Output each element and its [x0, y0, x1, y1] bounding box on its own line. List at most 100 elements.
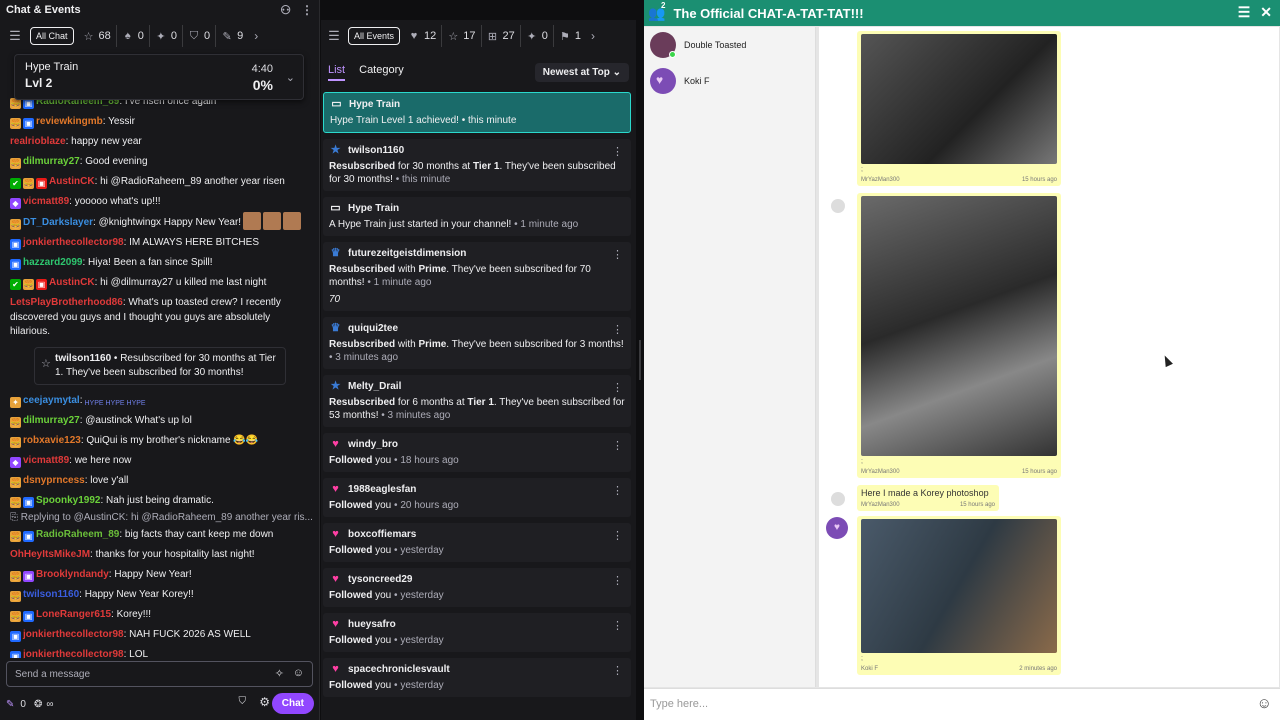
event-user[interactable]: spacechroniclesvault: [348, 663, 450, 676]
roster-user[interactable]: Double Toasted: [644, 27, 815, 63]
more-options-icon[interactable]: ⋮: [612, 324, 623, 337]
event-user[interactable]: windy_bro: [348, 438, 398, 451]
chat-username[interactable]: jonkierthecollector98: [23, 237, 124, 248]
badge-icon[interactable]: ❂: [34, 699, 42, 710]
more-options-icon[interactable]: ⋮: [301, 3, 313, 17]
chat-username[interactable]: DT_Darkslayer: [23, 217, 93, 228]
filter-chip[interactable]: ♠ 0: [115, 25, 149, 47]
hamburger-icon[interactable]: ☰: [4, 28, 26, 44]
tab-category[interactable]: Category: [359, 64, 404, 81]
emoji-icon[interactable]: ☺: [293, 667, 304, 679]
more-options-icon[interactable]: ⋮: [612, 665, 623, 678]
chat-username[interactable]: hazzard2099: [23, 257, 82, 268]
settings-gear-icon[interactable]: ⚙: [259, 695, 270, 709]
chat-username[interactable]: reviewkingmb: [36, 116, 103, 127]
chat-username[interactable]: AustinCK: [49, 277, 95, 288]
chat-username[interactable]: RadioRaheem_89: [36, 529, 119, 540]
event-card[interactable]: ♥ boxcoffiemars ⋮ Followed you • yesterday: [323, 523, 631, 562]
more-options-icon[interactable]: ⋮: [612, 485, 623, 498]
event-card[interactable]: ♥ windy_bro ⋮ Followed you • 18 hours ago: [323, 433, 631, 472]
chevron-right-icon[interactable]: ›: [589, 29, 597, 43]
manage-users-icon[interactable]: ⚇: [280, 3, 291, 17]
photo-image[interactable]: [861, 519, 1057, 653]
chat-username[interactable]: dsnyprncess: [23, 475, 85, 486]
photo-image[interactable]: [861, 34, 1057, 164]
shield-icon[interactable]: ⛉: [239, 696, 247, 707]
event-user[interactable]: Hype Train: [348, 202, 399, 215]
event-user[interactable]: 1988eaglesfan: [348, 483, 416, 496]
close-icon[interactable]: ✕: [1260, 4, 1272, 21]
hype-train-widget[interactable]: Hype Train Lvl 2 4:40 0% ⌄: [14, 54, 304, 100]
tab-list[interactable]: List: [328, 64, 346, 81]
chat-send-button[interactable]: Chat: [271, 693, 314, 714]
event-user[interactable]: tysoncreed29: [348, 573, 412, 586]
photo-image[interactable]: [861, 196, 1057, 456]
chat-username[interactable]: vicmatt89: [23, 196, 69, 207]
chat-username[interactable]: AustinCK: [49, 176, 95, 187]
chat-username[interactable]: realrioblaze: [10, 136, 66, 147]
hamburger-icon[interactable]: ☰: [323, 28, 345, 44]
chat-username[interactable]: ceejaymytal: [23, 395, 80, 406]
event-user[interactable]: Hype Train: [349, 98, 400, 111]
event-card[interactable]: ★ twilson1160 ⋮ Resubscribed for 30 months …: [323, 139, 631, 191]
filter-chip[interactable]: ♥ 12: [403, 25, 441, 47]
filter-chip[interactable]: ⚑ 1: [552, 25, 586, 47]
all-events-filter[interactable]: All Events: [348, 27, 401, 45]
event-user[interactable]: Melty_Drail: [348, 380, 401, 393]
event-card[interactable]: ★ Melty_Drail ⋮ Resubscribed for 6 months a…: [323, 375, 631, 427]
event-user[interactable]: quiqui2tee: [348, 322, 398, 335]
more-options-icon[interactable]: ⋮: [612, 620, 623, 633]
chat-username[interactable]: LoneRanger615: [36, 609, 111, 620]
event-card[interactable]: ♛ quiqui2tee ⋮ Resubscribed with Prime. The…: [323, 317, 631, 369]
chat-username[interactable]: dilmurray27: [23, 415, 80, 426]
more-options-icon[interactable]: ⋮: [612, 146, 623, 159]
chat-username[interactable]: OhHeyItsMikeJM: [10, 549, 90, 560]
channel-points-icon[interactable]: ✎: [6, 699, 14, 710]
emoji-icon[interactable]: ☺: [1257, 695, 1272, 712]
avatar-placeholder: [831, 492, 845, 506]
chat-username[interactable]: jonkierthecollector98: [23, 649, 124, 658]
chat-username[interactable]: jonkierthecollector98: [23, 629, 124, 640]
magic-wand-icon[interactable]: ✧: [275, 667, 284, 680]
more-options-icon[interactable]: ⋮: [612, 575, 623, 588]
filter-chip[interactable]: ✦ 0: [148, 25, 182, 47]
chat-username[interactable]: LetsPlayBrotherhood86: [10, 297, 123, 308]
chevron-right-icon[interactable]: ›: [252, 29, 260, 43]
compose-input[interactable]: Type here... ☺: [644, 688, 1280, 720]
filter-chip[interactable]: ✎ 9: [215, 25, 248, 47]
more-options-icon[interactable]: ⋮: [612, 249, 623, 262]
menu-icon[interactable]: ☰: [1238, 4, 1251, 21]
event-user[interactable]: twilson1160: [348, 144, 404, 157]
chat-username[interactable]: dilmurray27: [23, 156, 80, 167]
event-card[interactable]: ♥ spacechroniclesvault ⋮ Followed you • yes…: [323, 658, 631, 697]
all-chat-filter[interactable]: All Chat: [30, 27, 74, 45]
chat-username[interactable]: robxavie123: [23, 435, 81, 446]
chat-username[interactable]: Brooklyndandy: [36, 569, 109, 580]
event-card[interactable]: ♥ tysoncreed29 ⋮ Followed you • yesterday: [323, 568, 631, 607]
more-options-icon[interactable]: ⋮: [612, 530, 623, 543]
filter-chip[interactable]: ☆ 68: [78, 25, 116, 47]
event-user[interactable]: hueysafro: [348, 618, 396, 631]
more-options-icon[interactable]: ⋮: [612, 382, 623, 395]
filter-chip[interactable]: ⊞ 27: [480, 25, 520, 47]
more-options-icon[interactable]: ⋮: [612, 440, 623, 453]
chat-input[interactable]: Send a message ✧ ☺: [6, 661, 313, 687]
event-card[interactable]: ♥ hueysafro ⋮ Followed you • yesterday: [323, 613, 631, 652]
event-user[interactable]: futurezeitgeistdimension: [348, 247, 466, 260]
event-card[interactable]: ♛ futurezeitgeistdimension ⋮ Resubscribed w…: [323, 242, 631, 311]
message-time: 15 hours ago: [959, 502, 995, 508]
filter-chip[interactable]: ✦ 0: [519, 25, 553, 47]
event-card[interactable]: ♥ 1988eaglesfan ⋮ Followed you • 20 hours a…: [323, 478, 631, 517]
roster-user[interactable]: ♥ Koki F: [644, 63, 815, 99]
event-card[interactable]: ▭ Hype Train A Hype Train just started in …: [323, 197, 631, 236]
filter-chip[interactable]: ☆ 17: [441, 25, 480, 47]
sort-dropdown[interactable]: Newest at Top ⌄: [534, 62, 629, 82]
chat-username[interactable]: vicmatt89: [23, 455, 69, 466]
filter-chip[interactable]: ⛉ 0: [182, 25, 215, 47]
event-card[interactable]: ▭ Hype Train Hype Train Level 1 achieved! …: [323, 92, 631, 133]
event-user[interactable]: boxcoffiemars: [348, 528, 416, 541]
chevron-down-icon[interactable]: ⌄: [286, 71, 295, 84]
chat-username[interactable]: Spoonky1992: [36, 495, 100, 506]
chat-username[interactable]: twilson1160: [23, 589, 79, 600]
resize-handle[interactable]: [639, 340, 641, 380]
